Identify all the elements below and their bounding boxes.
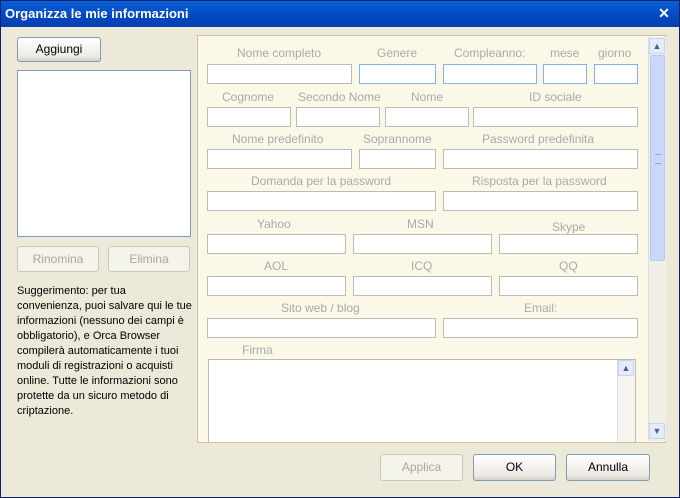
- email-field[interactable]: [443, 318, 638, 338]
- email-label: Email:: [524, 301, 558, 315]
- default-name-label: Nome predefinito: [232, 132, 324, 146]
- skype-field[interactable]: [499, 234, 638, 254]
- birth-year-field[interactable]: [443, 64, 537, 84]
- yahoo-label: Yahoo: [257, 217, 291, 231]
- default-name-field[interactable]: [207, 149, 352, 169]
- day-label: giorno: [598, 46, 632, 60]
- ok-button[interactable]: OK: [473, 454, 556, 481]
- yahoo-field[interactable]: [207, 234, 346, 254]
- middle-name-label: Secondo Nome: [298, 90, 381, 104]
- hint-text: Suggerimento: per tua convenienza, puoi …: [17, 285, 192, 417]
- apply-button[interactable]: Applica: [380, 454, 463, 481]
- surname-label: Cognome: [222, 90, 275, 104]
- website-label: Sito web / blog: [281, 301, 360, 315]
- rename-button[interactable]: Rinomina: [17, 246, 99, 272]
- signature-textarea[interactable]: ▲: [208, 359, 636, 442]
- password-answer-label: Risposta per la password: [472, 174, 607, 188]
- icq-label: ICQ: [411, 259, 433, 273]
- form-scrollbar[interactable]: ▲ ▼: [648, 37, 666, 441]
- scrollbar-thumb[interactable]: [650, 55, 665, 261]
- qq-label: QQ: [559, 259, 578, 273]
- surname-field[interactable]: [207, 107, 291, 127]
- form-panel: Nome completo Genere Compleanno: mese gi…: [197, 35, 666, 443]
- full-name-field[interactable]: [207, 64, 352, 84]
- nickname-label: Soprannome: [363, 132, 432, 146]
- social-id-label: ID sociale: [529, 90, 582, 104]
- scroll-down-arrow-icon[interactable]: ▼: [649, 423, 665, 439]
- gender-field[interactable]: [359, 64, 436, 84]
- cancel-button[interactable]: Annulla: [566, 454, 650, 481]
- add-button[interactable]: Aggiungi: [17, 37, 101, 62]
- birth-day-field[interactable]: [594, 64, 638, 84]
- signature-scrollbar[interactable]: ▲: [617, 360, 635, 442]
- skype-label: Skype: [552, 220, 586, 234]
- icq-field[interactable]: [353, 276, 492, 296]
- profile-list[interactable]: [17, 70, 191, 237]
- month-label: mese: [550, 46, 580, 60]
- scroll-up-arrow-icon[interactable]: ▲: [649, 38, 665, 54]
- birthday-label: Compleanno:: [454, 46, 526, 60]
- first-name-field[interactable]: [385, 107, 469, 127]
- delete-button[interactable]: Elimina: [108, 246, 190, 272]
- middle-name-field[interactable]: [296, 107, 380, 127]
- window-title: Organizza le mie informazioni: [5, 6, 189, 21]
- dialog-window: Organizza le mie informazioni ✕ Aggiungi…: [0, 0, 680, 498]
- full-name-label: Nome completo: [237, 46, 322, 60]
- password-answer-field[interactable]: [443, 191, 638, 211]
- gender-label: Genere: [377, 46, 418, 60]
- default-password-label: Password predefinita: [482, 132, 595, 146]
- password-question-label: Domanda per la password: [251, 174, 392, 188]
- website-field[interactable]: [207, 318, 436, 338]
- signature-label: Firma: [242, 343, 273, 357]
- msn-field[interactable]: [353, 234, 492, 254]
- close-icon[interactable]: ✕: [655, 4, 673, 22]
- first-name-label: Nome: [411, 90, 444, 104]
- birth-month-field[interactable]: [543, 64, 587, 84]
- scroll-up-arrow-icon[interactable]: ▲: [618, 360, 634, 376]
- qq-field[interactable]: [499, 276, 638, 296]
- social-id-field[interactable]: [473, 107, 638, 127]
- default-password-field[interactable]: [443, 149, 638, 169]
- aol-field[interactable]: [207, 276, 346, 296]
- title-bar[interactable]: Organizza le mie informazioni ✕: [1, 1, 679, 27]
- msn-label: MSN: [407, 217, 434, 231]
- aol-label: AOL: [264, 259, 289, 273]
- thumb-grip-icon: [655, 154, 661, 164]
- password-question-field[interactable]: [207, 191, 436, 211]
- nickname-field[interactable]: [359, 149, 436, 169]
